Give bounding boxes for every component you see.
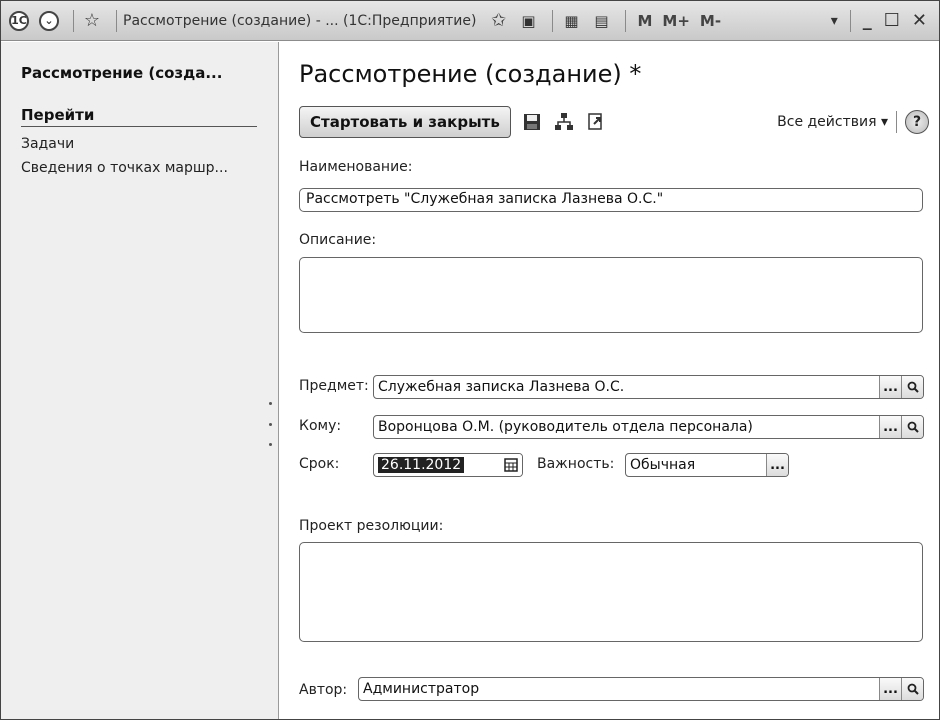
toolbar-separator bbox=[896, 111, 897, 133]
importance-label: Важность: bbox=[537, 456, 615, 472]
description-label: Описание: bbox=[299, 232, 377, 248]
ellipsis-button[interactable]: ... bbox=[879, 416, 901, 438]
form-area: Рассмотрение (создание) * Стартовать и з… bbox=[280, 42, 939, 719]
calculator-icon[interactable]: ▦ bbox=[559, 9, 583, 33]
search-icon[interactable] bbox=[901, 416, 923, 438]
nav-panel-title: Рассмотрение (созда... bbox=[21, 64, 223, 82]
help-icon[interactable]: ? bbox=[905, 110, 929, 134]
author-label: Автор: bbox=[299, 682, 348, 698]
title-separator bbox=[73, 9, 74, 32]
subject-label: Предмет: bbox=[299, 378, 369, 394]
chevron-down-icon[interactable]: ⌄ bbox=[37, 9, 61, 33]
ellipsis-button[interactable]: ... bbox=[766, 454, 788, 476]
title-separator bbox=[625, 9, 627, 32]
window-title: Рассмотрение (создание) - ... (1С:Предпр… bbox=[123, 12, 477, 29]
author-value: Администратор bbox=[363, 681, 480, 697]
author-field[interactable]: Администратор ... bbox=[358, 677, 924, 701]
ellipsis-button[interactable]: ... bbox=[879, 376, 901, 398]
memory-plus-button[interactable]: M+ bbox=[662, 12, 690, 30]
memory-minus-button[interactable]: M- bbox=[700, 12, 721, 30]
due-date-label: Срок: bbox=[299, 456, 340, 472]
due-date-value: 26.11.2012 bbox=[378, 457, 465, 473]
importance-value: Обычная bbox=[630, 457, 696, 473]
name-field[interactable]: Рассмотреть "Служебная записка Лазнева О… bbox=[299, 188, 923, 212]
memory-m-button[interactable]: M bbox=[637, 12, 652, 30]
title-separator bbox=[552, 9, 554, 32]
resolution-textarea[interactable] bbox=[299, 542, 923, 642]
importance-field[interactable]: Обычная ... bbox=[625, 453, 789, 477]
route-icon[interactable] bbox=[553, 111, 575, 133]
name-label: Наименование: bbox=[299, 159, 413, 175]
title-bar: 1С ⌄ ☆ Рассмотрение (создание) - ... (1С… bbox=[1, 1, 939, 41]
calendar-icon[interactable]: ▤ bbox=[589, 9, 613, 33]
all-actions-menu: Все действия ▾ ? bbox=[777, 110, 929, 134]
navigation-panel: Рассмотрение (созда... Перейти Задачи Св… bbox=[1, 42, 279, 719]
nav-link-route-points[interactable]: Сведения о точках маршр... bbox=[21, 160, 228, 176]
subject-value: Служебная записка Лазнева О.С. bbox=[378, 379, 625, 395]
bookmark-icon[interactable]: ▣ bbox=[516, 9, 540, 33]
ellipsis-button[interactable]: ... bbox=[879, 678, 901, 700]
search-icon[interactable] bbox=[901, 376, 923, 398]
panel-splitter-handle[interactable] bbox=[267, 402, 273, 446]
maximize-icon[interactable]: ☐ bbox=[884, 10, 900, 31]
to-value: Воронцова О.М. (руководитель отдела перс… bbox=[378, 419, 753, 435]
start-and-close-button[interactable]: Стартовать и закрыть bbox=[299, 106, 511, 138]
nav-link-tasks[interactable]: Задачи bbox=[21, 136, 74, 152]
to-label: Кому: bbox=[299, 418, 342, 434]
resolution-label: Проект резолюции: bbox=[299, 518, 444, 534]
title-separator bbox=[849, 9, 851, 32]
close-icon[interactable]: ✕ bbox=[912, 10, 927, 31]
subject-field[interactable]: Служебная записка Лазнева О.С. ... bbox=[373, 375, 924, 399]
favorite-star-icon[interactable]: ✩ bbox=[486, 9, 510, 33]
window-controls: ▾ _ ☐ ✕ bbox=[825, 9, 939, 32]
description-textarea[interactable] bbox=[299, 257, 923, 333]
app-window: 1С ⌄ ☆ Рассмотрение (создание) - ... (1С… bbox=[0, 0, 940, 720]
calendar-picker-icon[interactable] bbox=[500, 454, 522, 476]
title-separator bbox=[116, 9, 117, 32]
form-toolbar: Стартовать и закрыть Все действия ▾ ? bbox=[299, 105, 929, 139]
save-icon[interactable] bbox=[521, 111, 543, 133]
all-actions-button[interactable]: Все действия ▾ bbox=[777, 114, 888, 130]
open-file-icon[interactable] bbox=[585, 111, 607, 133]
search-icon[interactable] bbox=[901, 678, 923, 700]
dropdown-arrow-icon[interactable]: ▾ bbox=[831, 13, 838, 29]
page-title: Рассмотрение (создание) * bbox=[299, 60, 642, 88]
star-icon[interactable]: ☆ bbox=[80, 9, 104, 33]
nav-goto-header: Перейти bbox=[21, 106, 257, 127]
minimize-icon[interactable]: _ bbox=[863, 10, 872, 31]
1c-logo-icon[interactable]: 1С bbox=[7, 9, 31, 33]
to-field[interactable]: Воронцова О.М. (руководитель отдела перс… bbox=[373, 415, 924, 439]
due-date-field[interactable]: 26.11.2012 bbox=[373, 453, 523, 477]
